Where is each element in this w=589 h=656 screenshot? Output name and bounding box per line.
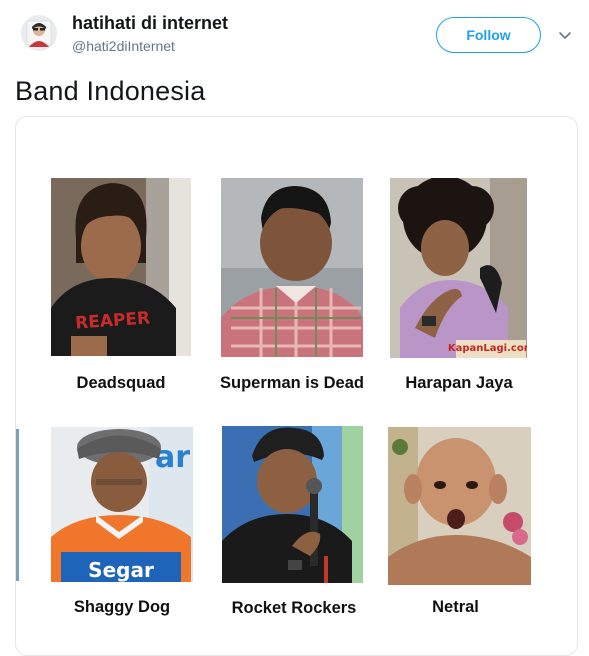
caption-shaggy-dog: Shaggy Dog xyxy=(73,598,171,616)
caption-harapan-jaya: Harapan Jaya xyxy=(405,374,513,392)
photo-netral[interactable] xyxy=(388,427,531,585)
tweet-header: hatihati di internet @hati2diInternet Fo… xyxy=(0,0,589,70)
photo-rocket-rockers[interactable] xyxy=(222,426,363,583)
avatar[interactable] xyxy=(21,15,57,51)
photo-harapan-jaya[interactable]: KapanLagi.com xyxy=(390,178,527,358)
display-name[interactable]: hatihati di internet xyxy=(72,13,228,34)
watermark-text: KapanLagi.com xyxy=(448,343,527,354)
photo-superman-is-dead[interactable] xyxy=(221,178,363,357)
user-handle[interactable]: @hati2diInternet xyxy=(72,38,175,54)
shirt-text: Segar xyxy=(88,558,154,582)
adjacent-photo-edge xyxy=(16,429,19,581)
media-card[interactable]: REAPER Deadsquad Superman is Dead KapanL… xyxy=(15,116,578,656)
photo-shaggy-dog[interactable]: ar Segar xyxy=(51,427,193,582)
follow-button[interactable]: Follow xyxy=(436,17,541,53)
caption-rocket-rockers: Rocket Rockers xyxy=(231,599,357,617)
caption-deadsquad: Deadsquad xyxy=(76,374,166,392)
chevron-down-icon[interactable] xyxy=(558,29,572,41)
caption-superman-is-dead: Superman is Dead xyxy=(220,374,364,392)
caption-netral: Netral xyxy=(432,598,479,616)
photo-deadsquad[interactable]: REAPER xyxy=(51,178,191,356)
tweet-text: Band Indonesia xyxy=(15,76,206,106)
